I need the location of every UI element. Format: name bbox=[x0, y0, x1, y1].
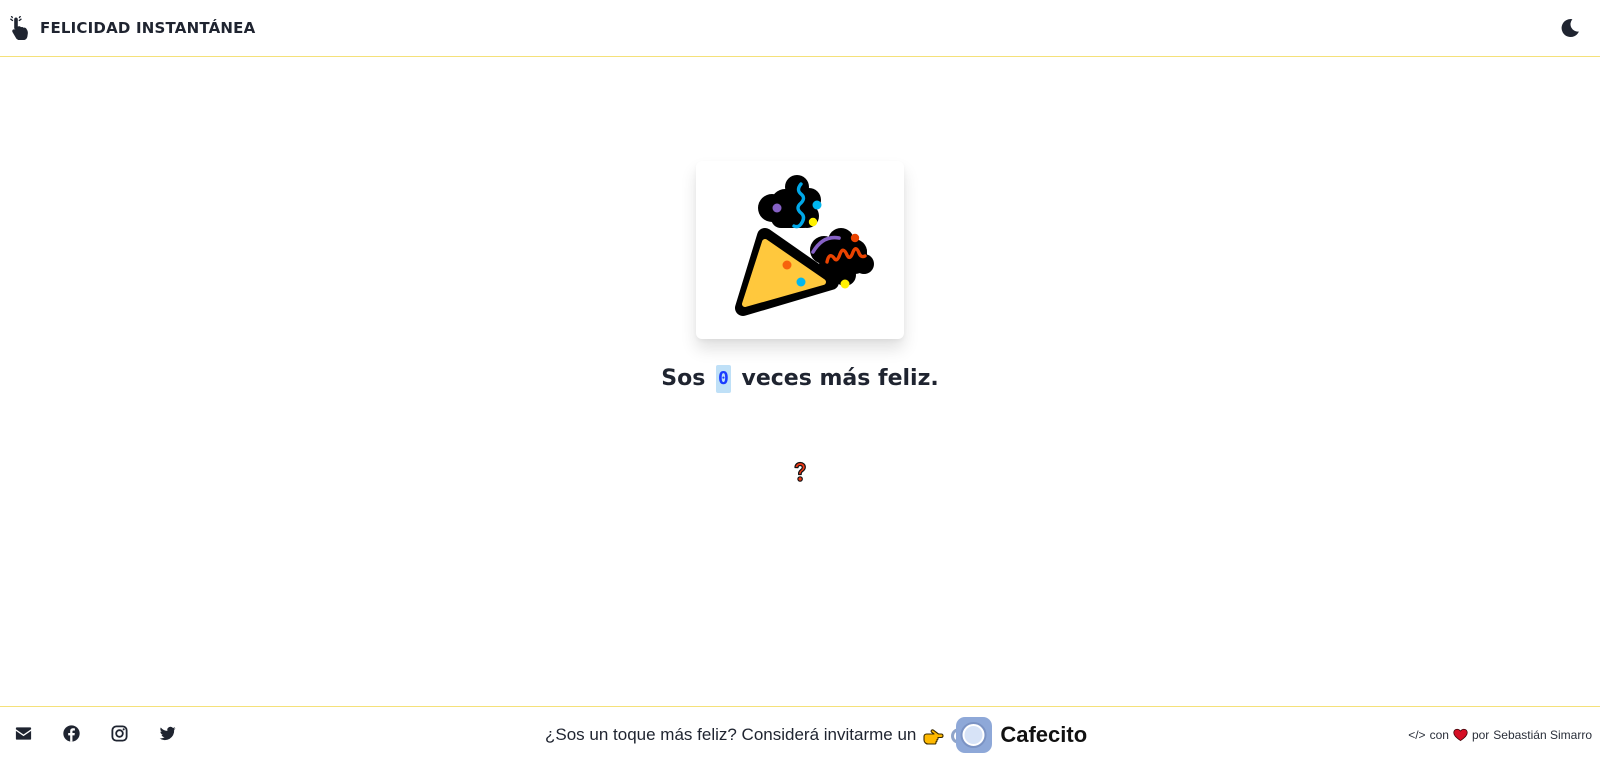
code-symbol: </> bbox=[1408, 728, 1426, 742]
credits-por: por bbox=[1471, 728, 1490, 742]
heart-icon bbox=[1453, 728, 1468, 742]
cafecito-logo-icon bbox=[951, 717, 993, 753]
facebook-icon bbox=[63, 725, 80, 742]
theme-toggle-button[interactable] bbox=[1558, 16, 1582, 40]
main-content: Sos 0 veces más feliz. bbox=[0, 58, 1600, 706]
pointing-hand-icon bbox=[10, 16, 28, 40]
app-title: FELICIDAD INSTANTÁNEA bbox=[40, 19, 256, 37]
instagram-link[interactable] bbox=[110, 724, 130, 744]
moon-icon bbox=[1561, 19, 1579, 38]
cafecito-button[interactable]: Cafecito bbox=[950, 715, 1087, 755]
pointing-right-hand-icon bbox=[923, 729, 944, 745]
question-mark-icon[interactable] bbox=[790, 460, 810, 484]
happiness-counter: 0 bbox=[715, 365, 731, 393]
happiness-message: Sos 0 veces más feliz. bbox=[0, 365, 1600, 393]
envelope-icon bbox=[15, 727, 32, 740]
credits: </> con por Sebastián Simarro bbox=[1408, 728, 1592, 742]
emoji-card[interactable] bbox=[696, 161, 904, 339]
brand-home-link[interactable]: FELICIDAD INSTANTÁNEA bbox=[10, 16, 255, 40]
social-links bbox=[14, 724, 178, 744]
twitter-icon bbox=[159, 726, 176, 741]
footer: ¿Sos un toque más feliz? Considerá invit… bbox=[0, 706, 1600, 762]
party-popper-icon bbox=[735, 175, 874, 316]
facebook-link[interactable] bbox=[62, 724, 82, 744]
credits-con: con bbox=[1429, 728, 1449, 742]
message-prefix: Sos bbox=[661, 366, 706, 391]
twitter-link[interactable] bbox=[158, 724, 178, 744]
cafecito-section: ¿Sos un toque más feliz? Considerá invit… bbox=[545, 715, 1087, 755]
email-link[interactable] bbox=[14, 724, 34, 744]
cafecito-label: Cafecito bbox=[1000, 722, 1088, 747]
author-link[interactable]: Sebastián Simarro bbox=[1493, 728, 1592, 742]
top-bar: FELICIDAD INSTANTÁNEA bbox=[0, 0, 1600, 57]
instagram-icon bbox=[111, 725, 128, 742]
cafecito-prompt: ¿Sos un toque más feliz? Considerá invit… bbox=[545, 725, 917, 744]
message-suffix: veces más feliz. bbox=[741, 366, 939, 391]
